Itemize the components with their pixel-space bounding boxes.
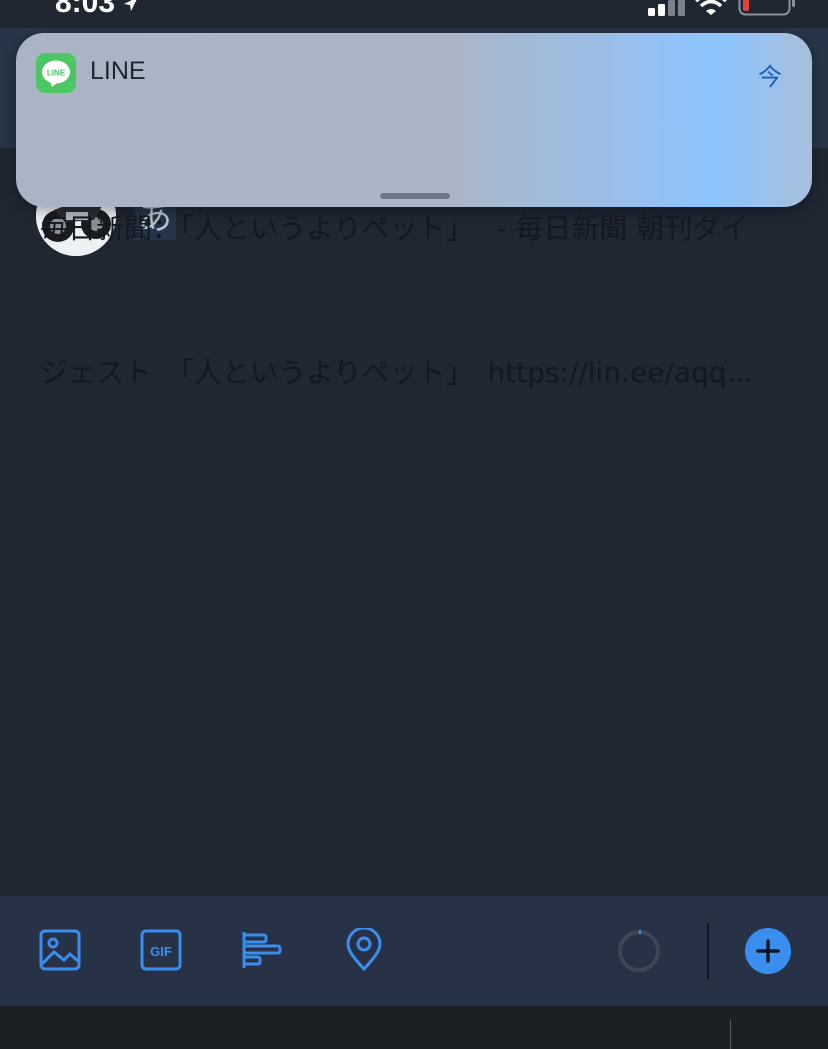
wifi-icon (695, 0, 727, 15)
status-bar: 8:03 (0, 0, 828, 28)
suggestion-divider (730, 1020, 731, 1049)
status-time: 8:03 (55, 0, 141, 20)
notification-body: 毎日新聞：「人というよりペット」 - 毎日新聞 朝刊ダイ ジェスト 「人というよ… (40, 109, 800, 493)
add-tweet-button[interactable] (745, 928, 791, 974)
line-notification-banner[interactable]: LINE LINE 今 毎日新聞：「人というよりペット」 - 毎日新聞 朝刊ダイ… (16, 33, 812, 389)
gif-icon[interactable]: GIF (139, 928, 183, 972)
notification-app-name: LINE (90, 57, 146, 85)
cellular-signal-icon (648, 0, 685, 16)
notification-grabber[interactable] (380, 193, 450, 199)
character-count-ring-icon (618, 930, 660, 972)
location-pin-icon[interactable] (342, 928, 386, 972)
keyboard-suggestion-bar (0, 1006, 828, 1049)
notification-line-2: ジェスト 「人というよりペット」 https://lin.ee/aqq... (40, 356, 754, 389)
notification-line-1: 毎日新聞：「人というよりペット」 - 毎日新聞 朝刊ダイ (40, 212, 749, 245)
location-arrow-icon (124, 0, 137, 12)
svg-text:LINE: LINE (47, 69, 66, 78)
line-app-icon: LINE (36, 53, 76, 93)
plus-icon (756, 939, 780, 963)
poll-icon[interactable] (240, 928, 284, 972)
image-icon[interactable] (38, 928, 82, 972)
svg-text:GIF: GIF (150, 944, 172, 959)
compose-toolbar: GIF (0, 896, 828, 1006)
battery-low-icon (738, 0, 795, 16)
toolbar-divider (707, 923, 709, 979)
notification-time: 今 (758, 63, 782, 91)
